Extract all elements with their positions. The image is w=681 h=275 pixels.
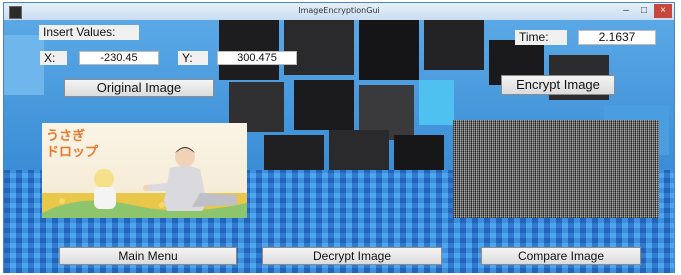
insert-values-label: Insert Values:	[39, 25, 139, 40]
encrypted-image-display	[453, 120, 659, 218]
compare-image-button[interactable]: Compare Image	[481, 247, 641, 265]
encrypt-image-button[interactable]: Encrypt Image	[501, 75, 615, 95]
original-image-display: うさぎ ドロップ	[42, 123, 247, 218]
y-value-field[interactable]: 300.475	[217, 51, 297, 65]
maximize-button[interactable]: □	[636, 4, 652, 18]
anime-illustration	[42, 147, 247, 218]
app-window: ImageEncryptionGui – □ × Insert Values: …	[3, 2, 675, 273]
original-image-button[interactable]: Original Image	[64, 79, 214, 97]
window-title: ImageEncryptionGui	[298, 6, 380, 15]
y-label: Y:	[178, 51, 208, 65]
x-value-field[interactable]: -230.45	[79, 51, 159, 65]
x-label: X:	[40, 51, 67, 65]
decrypt-image-button[interactable]: Decrypt Image	[262, 247, 442, 265]
minimize-button[interactable]: –	[618, 4, 634, 18]
close-button[interactable]: ×	[654, 4, 672, 18]
title-bar: ImageEncryptionGui – □ ×	[4, 3, 674, 21]
time-label: Time:	[515, 30, 567, 45]
main-menu-button[interactable]: Main Menu	[59, 247, 237, 265]
time-value-field: 2.1637	[578, 30, 656, 45]
